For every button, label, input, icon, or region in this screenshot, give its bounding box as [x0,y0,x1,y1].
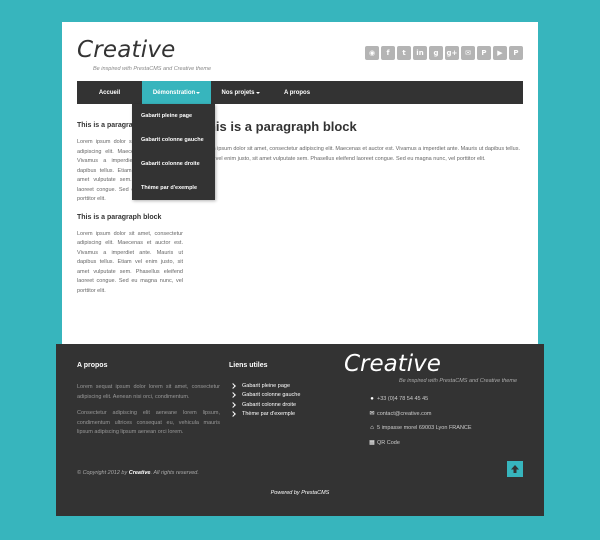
contact-qr[interactable]: ▦ QR Code [369,436,472,451]
user-icon: ● [370,396,374,403]
site-tagline: Be inspired with PrestaCMS and Creative … [93,66,211,72]
social-icons: ◉ f t in g g+ ✉ P ▶ P [365,46,523,60]
arrow-up-icon [511,465,519,473]
page-container: Creative Be inspired with PrestaCMS and … [62,22,538,352]
footer-contacts: ● +33 (0)4 78 54 45 45 ✉ contact@creative.… [369,392,472,451]
footer-about-text: Consectetur adipiscing elit aeneane lore… [77,410,220,435]
youtube-icon[interactable]: ▶ [493,46,507,60]
back-to-top-button[interactable] [507,461,523,477]
qr-code-icon: ▦ [369,439,375,446]
rss-icon[interactable]: ◉ [365,46,379,60]
chevron-right-icon [230,411,236,418]
footer-link-label: Gabarit pleine page [242,382,291,389]
main-title: This is a paragraph block [200,119,357,134]
footer-brand: Creative Be inspired with PrestaCMS and … [344,351,534,384]
footer-link[interactable]: Gabarit colonne droite [229,400,337,410]
footer-brand-tagline: Be inspired with PrestaCMS and Creative … [399,378,517,384]
nav-label: Nos projets [221,89,255,96]
main-text: Lorem ipsum dolor sit amet, consectetur … [200,146,520,162]
caret-down-icon [255,91,260,94]
powered-by: Powered by PrestaCMS [270,490,330,496]
footer-link-label: Gabarit colonne gauche [242,392,301,399]
main-content: This is a paragraph block Lorem ipsum do… [200,119,525,164]
footer-about-title: A propos [77,362,108,369]
caret-down-icon [196,91,201,94]
contact-qr-text: QR Code [377,439,400,446]
chevron-right-icon [230,392,236,399]
footer-links-title: Liens utiles [229,362,268,369]
nav-item-demonstration[interactable]: Démonstration [142,81,211,104]
copyright-suffix: . All rights reserved. [150,470,199,476]
mail-icon: ✉ [369,410,375,417]
demonstration-dropdown: Gabarit pleine page Gabarit colonne gauc… [132,104,215,200]
sidebar-block-text: Lorem ipsum dolor sit amet, consectetur … [77,230,183,294]
nav-item-a-propos[interactable]: A propos [270,81,324,104]
dropdown-item[interactable]: Gabarit colonne gauche [132,128,215,152]
main-nav: Accueil Démonstration Nos projets A prop… [77,81,523,104]
copyright-brand: Creative [128,470,151,476]
contact-phone-text: +33 (0)4 78 54 45 45 [377,396,429,403]
contact-email-text: contact@creative.com [377,410,432,417]
paypal-icon[interactable]: P [509,46,523,60]
contact-address-text: 5 impasse morel 69003 Lyon FRANCE [377,425,472,432]
dropdown-item[interactable]: Gabarit pleine page [132,104,215,128]
sidebar-block-title: This is a paragraph block [77,213,162,221]
pinterest-icon[interactable]: P [477,46,491,60]
footer-about-text: Lorem sequat ipsum dolor lorem sit amet,… [77,384,220,400]
home-icon: ⌂ [370,425,374,432]
dropdown-item[interactable]: Thème par d'exemple [132,176,215,200]
footer-links: Liens utiles Gabarit pleine page Gabarit… [229,362,337,419]
google-icon[interactable]: g [429,46,443,60]
footer-about: A propos Lorem sequat ipsum dolor lorem … [77,362,220,445]
copyright: © Copyright 2012 by Creative. All rights… [77,470,199,476]
twitter-icon[interactable]: t [397,46,411,60]
copyright-prefix: © Copyright 2012 by [77,470,129,476]
nav-label: Démonstration [152,89,196,96]
google-plus-icon[interactable]: g+ [445,46,459,60]
contact-email[interactable]: ✉ contact@creative.com [369,407,472,422]
contact-address: ⌂ 5 impasse morel 69003 Lyon FRANCE [369,421,472,436]
site-brand[interactable]: Creative Be inspired with PrestaCMS and … [77,37,211,72]
footer: A propos Lorem sequat ipsum dolor lorem … [56,344,544,516]
nav-item-nos-projets[interactable]: Nos projets [211,81,270,104]
site-title[interactable]: Creative [77,37,176,63]
chevron-right-icon [230,401,236,408]
nav-item-accueil[interactable]: Accueil [77,81,142,104]
contact-phone: ● +33 (0)4 78 54 45 45 [369,392,472,407]
footer-link[interactable]: Thème par d'exemple [229,410,337,420]
footer-link[interactable]: Gabarit colonne gauche [229,391,337,401]
chevron-right-icon [230,382,236,389]
nav-label: Accueil [98,89,121,96]
footer-brand-title: Creative [344,351,441,377]
facebook-icon[interactable]: f [381,46,395,60]
linkedin-icon[interactable]: in [413,46,427,60]
footer-link[interactable]: Gabarit pleine page [229,381,337,391]
dropdown-item[interactable]: Gabarit colonne droite [132,152,215,176]
footer-link-label: Thème par d'exemple [242,411,296,418]
nav-label: A propos [283,89,311,96]
footer-link-label: Gabarit colonne droite [242,401,297,408]
mail-icon[interactable]: ✉ [461,46,475,60]
